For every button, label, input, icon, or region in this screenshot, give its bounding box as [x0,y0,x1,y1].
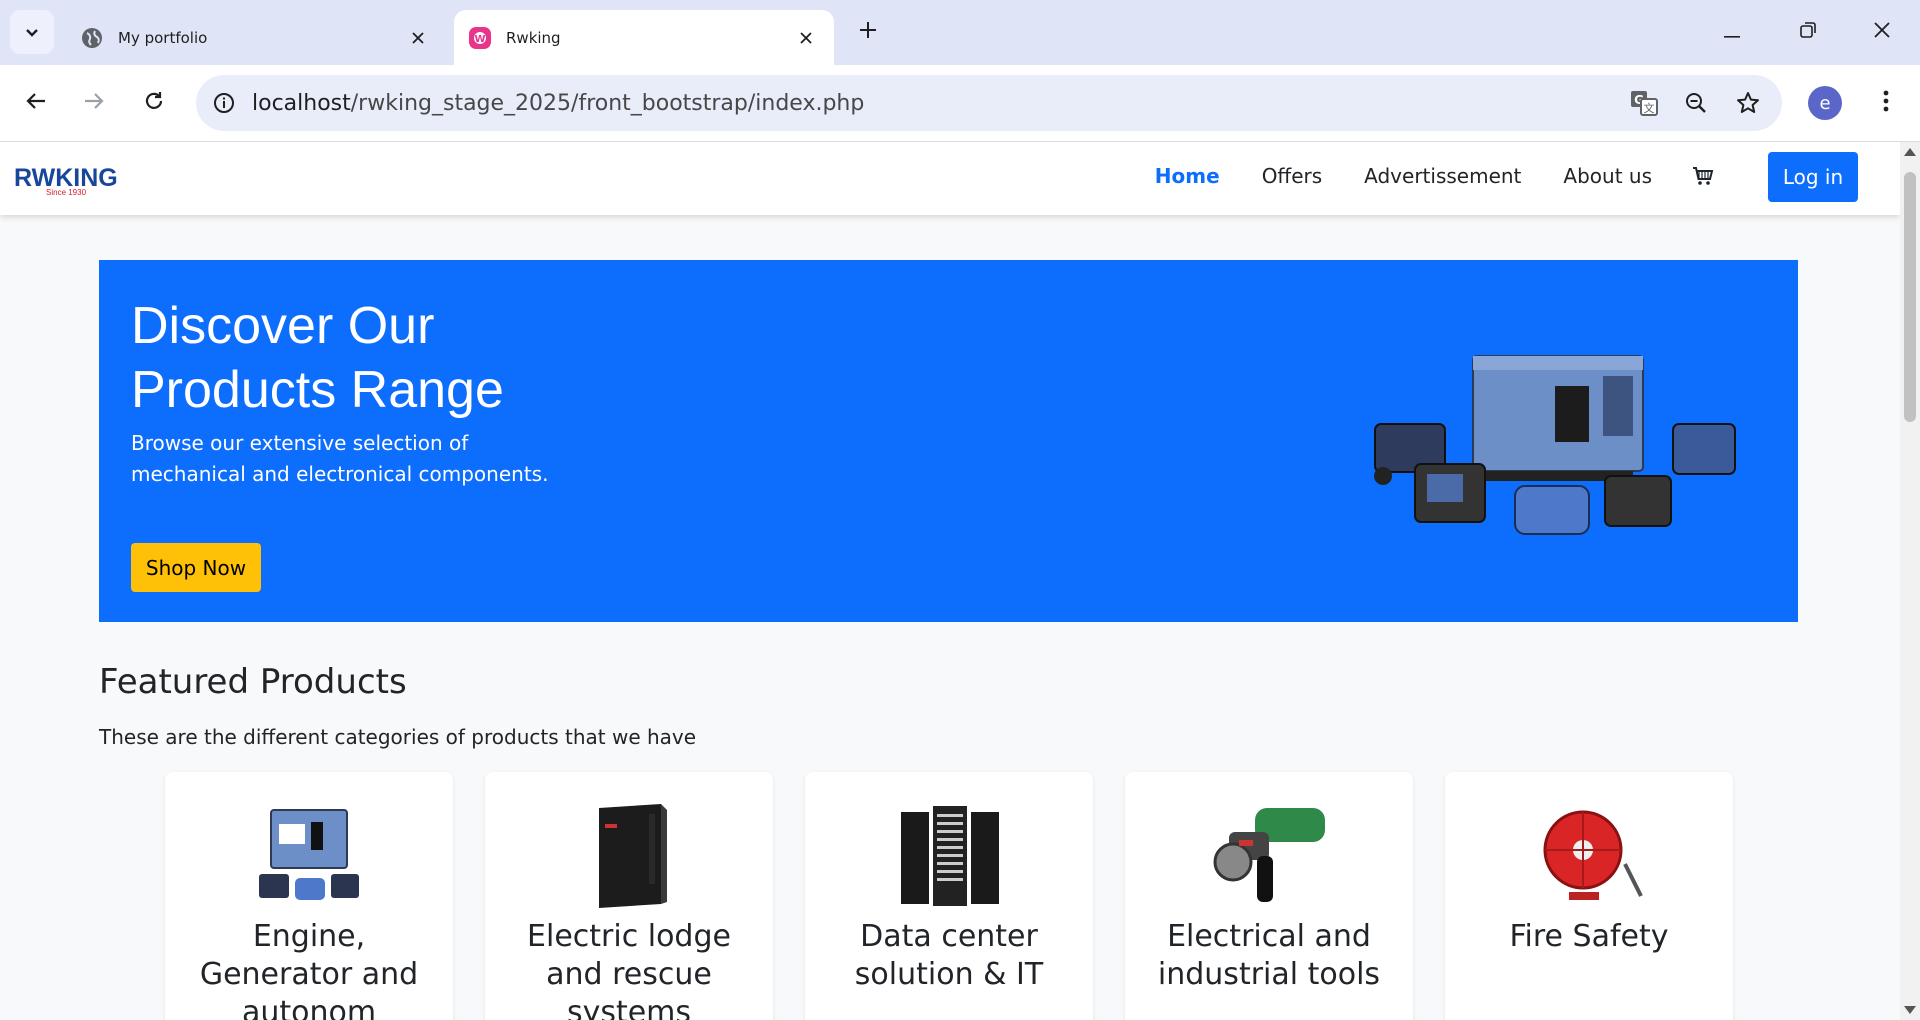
reload-button[interactable] [136,85,172,121]
svg-text:W: W [474,34,485,45]
minimize-button[interactable] [1714,14,1750,50]
ups-tower-image [569,804,689,908]
tab-my-portfolio[interactable]: My portfolio [66,10,446,65]
tab-rwking[interactable]: W Rwking [454,10,834,65]
hero-banner: Discover Our Products Range Browse our e… [99,260,1798,622]
zoom-icon[interactable] [1678,85,1714,121]
angle-grinder-image [1209,804,1329,908]
new-tab-button[interactable] [852,16,884,48]
profile-avatar[interactable]: e [1808,86,1842,120]
star-icon[interactable] [1730,85,1766,121]
category-cards: Engine, Generator and autonom Electric l… [165,772,1735,1020]
nav-links: Home Offers Advertissement About us [1113,164,1716,188]
generators-image [1355,346,1745,541]
forward-button[interactable] [76,85,112,121]
logo-since: Since 1930 [46,188,87,197]
close-icon[interactable] [792,24,820,52]
scrollbar-thumb[interactable] [1904,172,1916,422]
category-name: Data center solution & IT [854,919,1044,992]
reload-icon [144,91,164,115]
close-window-button[interactable] [1864,14,1900,50]
back-icon [26,92,46,114]
engine-generator-image [249,804,369,908]
category-name: Fire Safety [1509,919,1669,954]
url-path: /rwking_stage_2025/front_bootstrap/index… [350,90,865,116]
restore-button[interactable] [1790,14,1826,50]
scroll-down-arrow[interactable] [1904,1006,1916,1014]
tab-strip: My portfolio W Rwking [0,0,1920,65]
tab-title: My portfolio [118,28,208,47]
minimize-icon [1724,23,1740,42]
browser-toolbar: localhost/rwking_stage_2025/front_bootst… [0,65,1920,142]
plus-icon [859,21,877,43]
nav-link-offers[interactable]: Offers [1262,164,1322,188]
featured-products-subtitle: These are the different categories of pr… [99,725,697,749]
forward-icon [84,92,104,114]
url-text[interactable]: localhost/rwking_stage_2025/front_bootst… [252,91,1626,116]
category-card-electrical-tools[interactable]: Electrical and industrial tools [1125,772,1413,1020]
server-rack-image [889,804,1009,908]
category-name: Electrical and industrial tools [1157,919,1381,992]
fire-hose-reel-image [1529,804,1649,908]
hero-subtitle: Browse our extensive selection of mechan… [131,431,549,486]
close-window-icon [1874,22,1890,42]
tab-search-button[interactable] [10,10,54,54]
shop-now-button[interactable]: Shop Now [131,543,261,592]
close-icon[interactable] [404,24,432,52]
login-button[interactable]: Log in [1768,152,1858,202]
url-host: localhost [252,90,351,116]
restore-icon [1800,22,1816,42]
back-button[interactable] [18,85,54,121]
category-card-electric-lodge[interactable]: Electric lodge and rescue systems [485,772,773,1020]
featured-products-title: Featured Products [99,662,407,702]
web-page: RWKING Since 1930 Home Offers Advertisse… [0,142,1900,1020]
globe-icon [80,26,104,50]
nav-link-home[interactable]: Home [1155,164,1220,188]
svg-text:文: 文 [1644,101,1655,115]
chevron-down-icon [25,23,39,42]
nav-link-about-us[interactable]: About us [1563,164,1652,188]
site-logo[interactable]: RWKING Since 1930 [14,164,122,198]
kebab-icon [1883,90,1889,116]
page-scrollbar[interactable] [1900,142,1920,1020]
nav-link-advertissement[interactable]: Advertissement [1364,164,1521,188]
info-icon[interactable] [210,89,238,117]
rwking-favicon: W [468,26,492,50]
translate-icon[interactable]: G文 [1626,85,1662,121]
tab-title: Rwking [506,28,561,47]
site-navbar: RWKING Since 1930 Home Offers Advertisse… [0,142,1900,215]
category-name: Electric lodge and rescue systems [527,919,731,1020]
category-card-fire-safety[interactable]: Fire Safety [1445,772,1733,1020]
address-bar[interactable]: localhost/rwking_stage_2025/front_bootst… [196,75,1782,131]
category-name: Engine, Generator and autonom [199,919,419,1020]
category-card-engine[interactable]: Engine, Generator and autonom [165,772,453,1020]
logo-text: RWKING [14,164,118,192]
browser-menu-button[interactable] [1868,85,1904,121]
category-card-data-center[interactable]: Data center solution & IT [805,772,1093,1020]
scroll-up-arrow[interactable] [1904,148,1916,156]
hero-title: Discover Our Products Range [131,297,504,419]
cart-icon[interactable] [1692,164,1716,188]
